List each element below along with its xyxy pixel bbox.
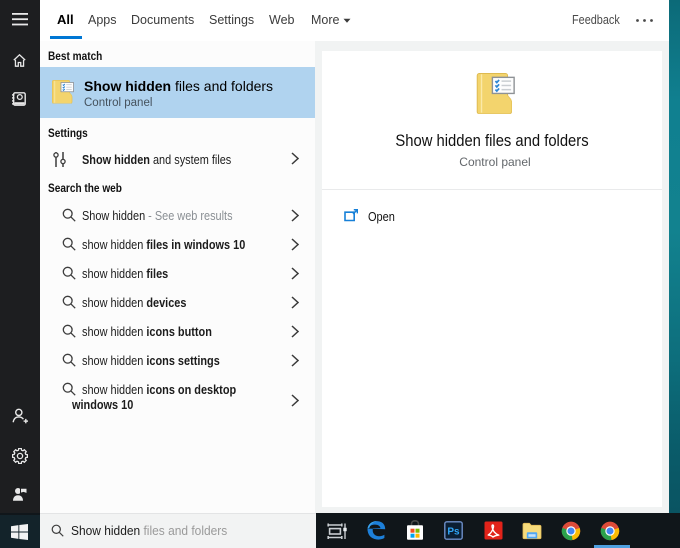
svg-text:Ps: Ps (447, 526, 460, 537)
